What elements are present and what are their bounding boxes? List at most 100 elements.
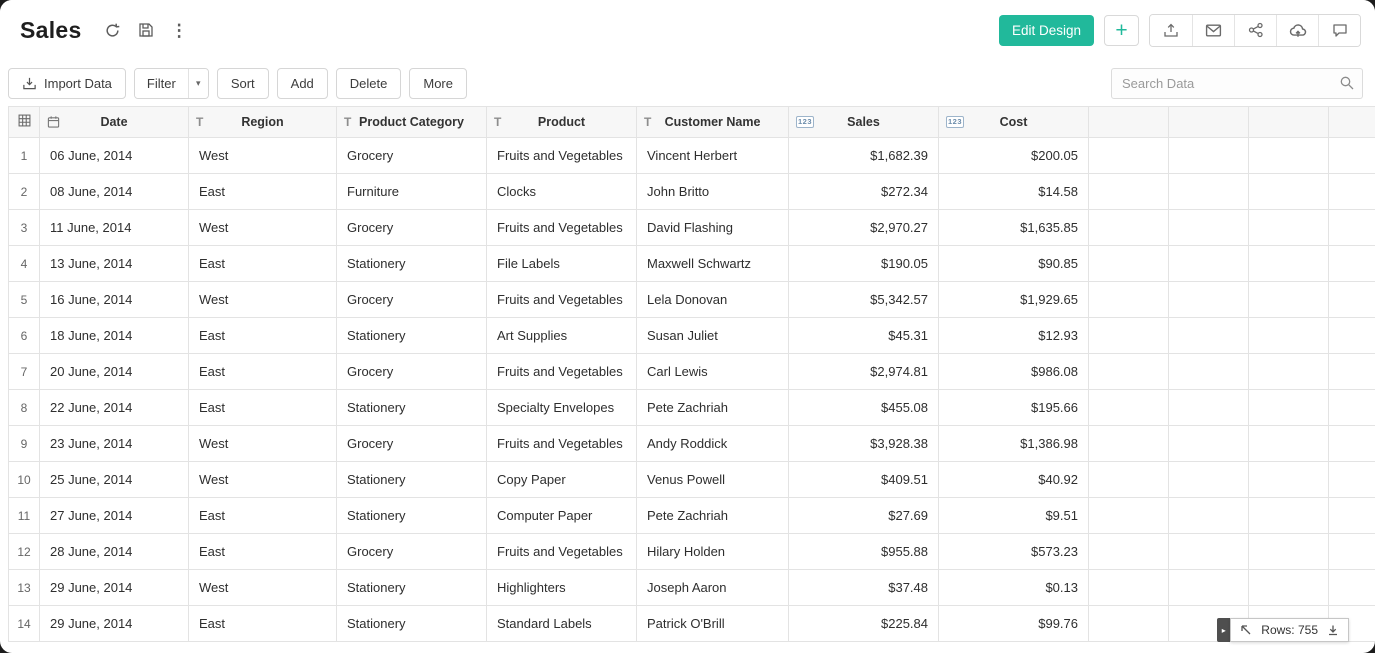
empty-cell[interactable] [1089, 354, 1169, 390]
empty-cell[interactable] [1329, 354, 1375, 390]
row-number[interactable]: 1 [9, 138, 40, 174]
cell[interactable]: Vincent Herbert [637, 138, 789, 174]
cell[interactable]: 27 June, 2014 [40, 498, 189, 534]
empty-cell[interactable] [1089, 138, 1169, 174]
cell[interactable]: File Labels [487, 246, 637, 282]
cell[interactable]: West [189, 570, 337, 606]
share-button[interactable] [1234, 15, 1276, 46]
cell[interactable]: $27.69 [789, 498, 939, 534]
cell[interactable]: Stationery [337, 390, 487, 426]
cell[interactable]: 29 June, 2014 [40, 606, 189, 642]
rows-panel-handle[interactable]: ▸ [1217, 618, 1230, 642]
column-header-product[interactable]: T Product [487, 107, 637, 138]
cell[interactable]: 08 June, 2014 [40, 174, 189, 210]
empty-cell[interactable] [1089, 462, 1169, 498]
empty-cell[interactable] [1329, 210, 1375, 246]
cell[interactable]: Specialty Envelopes [487, 390, 637, 426]
cell[interactable]: Stationery [337, 606, 487, 642]
cell[interactable]: Susan Juliet [637, 318, 789, 354]
cell[interactable]: Furniture [337, 174, 487, 210]
empty-cell[interactable] [1249, 318, 1329, 354]
delete-button[interactable]: Delete [336, 68, 402, 99]
email-button[interactable] [1192, 15, 1234, 46]
cell[interactable]: West [189, 462, 337, 498]
cell[interactable]: Fruits and Vegetables [487, 354, 637, 390]
empty-cell[interactable] [1169, 534, 1249, 570]
cell[interactable]: $37.48 [789, 570, 939, 606]
column-header-region[interactable]: T Region [189, 107, 337, 138]
cell[interactable]: East [189, 174, 337, 210]
cell[interactable]: $3,928.38 [789, 426, 939, 462]
cell[interactable]: Patrick O'Brill [637, 606, 789, 642]
refresh-icon[interactable] [104, 22, 121, 39]
cell[interactable]: $12.93 [939, 318, 1089, 354]
empty-cell[interactable] [1249, 534, 1329, 570]
cell[interactable]: David Flashing [637, 210, 789, 246]
cell[interactable]: Stationery [337, 246, 487, 282]
add-button[interactable]: Add [277, 68, 328, 99]
cell[interactable]: East [189, 318, 337, 354]
cell[interactable]: Fruits and Vegetables [487, 282, 637, 318]
cell[interactable]: $2,970.27 [789, 210, 939, 246]
comment-button[interactable] [1318, 15, 1360, 46]
import-data-button[interactable]: Import Data [8, 68, 126, 99]
cloud-upload-button[interactable] [1276, 15, 1318, 46]
empty-cell[interactable] [1089, 606, 1169, 642]
cell[interactable]: Grocery [337, 138, 487, 174]
empty-cell[interactable] [1169, 426, 1249, 462]
cell[interactable]: $1,386.98 [939, 426, 1089, 462]
go-to-top-icon[interactable] [1240, 624, 1252, 636]
cell[interactable]: West [189, 138, 337, 174]
empty-cell[interactable] [1249, 570, 1329, 606]
row-number[interactable]: 6 [9, 318, 40, 354]
row-number[interactable]: 4 [9, 246, 40, 282]
empty-cell[interactable] [1089, 246, 1169, 282]
cell[interactable]: East [189, 390, 337, 426]
empty-cell[interactable] [1249, 390, 1329, 426]
cell[interactable]: $1,635.85 [939, 210, 1089, 246]
cell[interactable]: $272.34 [789, 174, 939, 210]
empty-cell[interactable] [1329, 570, 1375, 606]
cell[interactable]: $45.31 [789, 318, 939, 354]
row-number[interactable]: 12 [9, 534, 40, 570]
empty-cell[interactable] [1329, 498, 1375, 534]
cell[interactable]: Grocery [337, 534, 487, 570]
empty-cell[interactable] [1089, 498, 1169, 534]
cell[interactable]: $1,682.39 [789, 138, 939, 174]
cell[interactable]: $195.66 [939, 390, 1089, 426]
row-number[interactable]: 11 [9, 498, 40, 534]
cell[interactable]: Stationery [337, 570, 487, 606]
empty-cell[interactable] [1169, 570, 1249, 606]
cell[interactable]: $40.92 [939, 462, 1089, 498]
cell[interactable]: West [189, 426, 337, 462]
empty-cell[interactable] [1249, 246, 1329, 282]
cell[interactable]: $455.08 [789, 390, 939, 426]
empty-cell[interactable] [1089, 174, 1169, 210]
column-header-cost[interactable]: 123 Cost [939, 107, 1089, 138]
row-number[interactable]: 2 [9, 174, 40, 210]
go-to-bottom-icon[interactable] [1327, 624, 1339, 636]
cell[interactable]: West [189, 210, 337, 246]
empty-column-header[interactable] [1249, 107, 1329, 138]
more-button[interactable]: More [409, 68, 467, 99]
cell[interactable]: 20 June, 2014 [40, 354, 189, 390]
cell[interactable]: East [189, 606, 337, 642]
empty-cell[interactable] [1249, 462, 1329, 498]
cell[interactable]: $99.76 [939, 606, 1089, 642]
cell[interactable]: Fruits and Vegetables [487, 138, 637, 174]
cell[interactable]: Standard Labels [487, 606, 637, 642]
cell[interactable]: Computer Paper [487, 498, 637, 534]
cell[interactable]: Fruits and Vegetables [487, 534, 637, 570]
empty-column-header[interactable] [1089, 107, 1169, 138]
cell[interactable]: Joseph Aaron [637, 570, 789, 606]
edit-design-button[interactable]: Edit Design [999, 15, 1094, 46]
cell[interactable]: $986.08 [939, 354, 1089, 390]
empty-cell[interactable] [1169, 282, 1249, 318]
save-icon[interactable] [138, 22, 154, 38]
export-button[interactable] [1150, 15, 1192, 46]
cell[interactable]: $1,929.65 [939, 282, 1089, 318]
empty-cell[interactable] [1249, 282, 1329, 318]
sort-button[interactable]: Sort [217, 68, 269, 99]
empty-cell[interactable] [1089, 282, 1169, 318]
row-number[interactable]: 10 [9, 462, 40, 498]
